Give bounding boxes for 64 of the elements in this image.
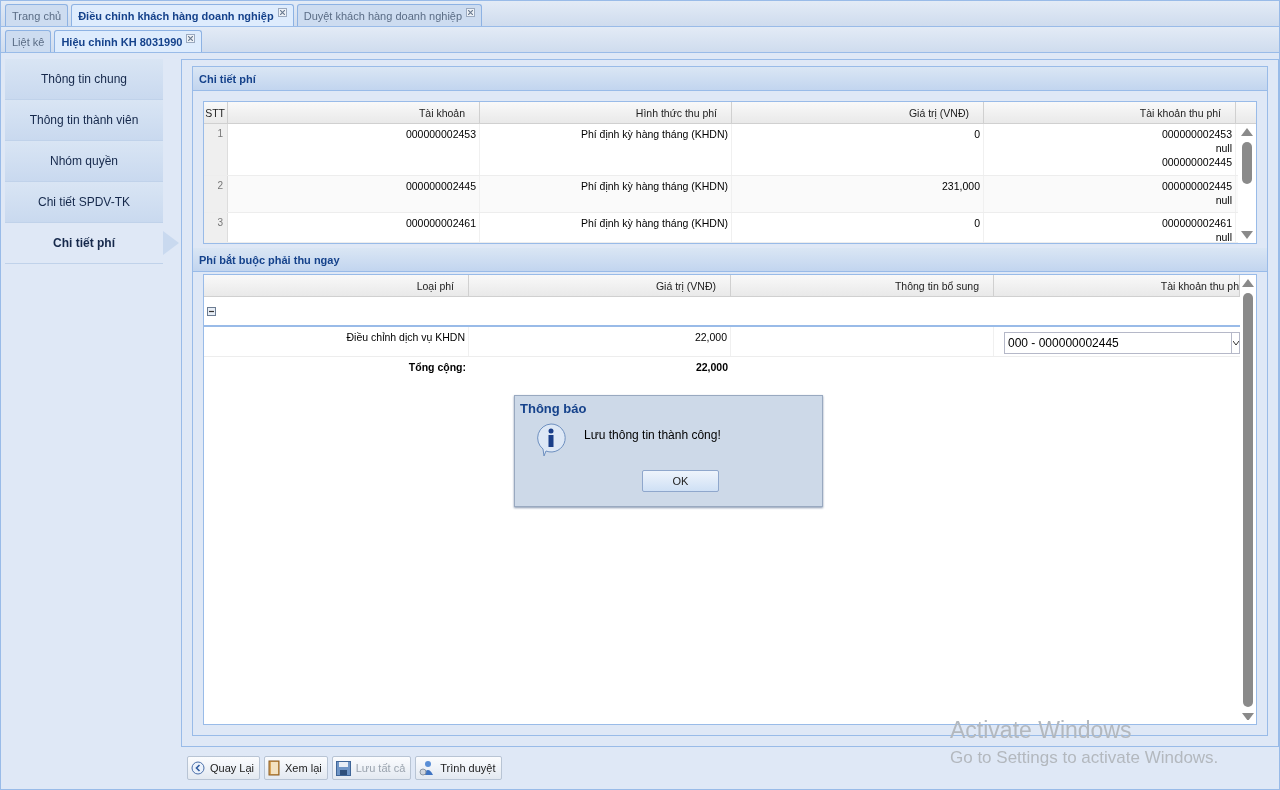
total-value: 22,000 <box>694 360 729 375</box>
table-cell: Phí định kỳ hàng tháng (KHDN) <box>480 124 732 175</box>
column-header[interactable]: STT <box>204 102 228 123</box>
column-header[interactable]: Tài khoản thu phí <box>984 102 1236 123</box>
table-cell: 000000002445 <box>1161 180 1232 193</box>
scroll-thumb[interactable] <box>1243 292 1253 707</box>
table-cell: 22,000 <box>469 327 731 356</box>
dialog-message: Lưu thông tin thành công! <box>584 427 721 442</box>
total-label: Tổng cộng: <box>407 360 467 376</box>
column-header[interactable]: Giá trị (VNĐ) <box>732 102 984 123</box>
sidebar-item[interactable]: Thông tin chung <box>5 59 163 100</box>
tab[interactable]: Trang chủ <box>5 4 69 26</box>
sidebar-item[interactable]: Thông tin thành viên <box>5 100 163 141</box>
caret-icon[interactable] <box>1232 340 1239 346</box>
table-cell: null <box>1215 194 1232 207</box>
table-cell: 000000002445 <box>1161 156 1232 169</box>
table-cell: 000000002445 <box>228 176 480 212</box>
tab[interactable]: Điều chỉnh khách hàng doanh nghiệp <box>71 4 294 26</box>
column-header[interactable]: Thông tin bổ sung <box>731 275 994 296</box>
column-header[interactable]: Loại phí <box>204 275 469 296</box>
person-icon <box>419 760 436 776</box>
account-dropdown[interactable]: 000 - 000000002445 <box>1004 332 1240 354</box>
panel-title: Phí bắt buộc phải thu ngay <box>193 248 1267 272</box>
toolbar-button[interactable]: Quay Lại <box>187 756 261 780</box>
scroll-down-icon[interactable] <box>1241 231 1253 239</box>
table-cell: Điều chỉnh dịch vụ KHDN <box>204 327 469 356</box>
table-cell: 231,000 <box>732 176 984 212</box>
table-cell: Phí định kỳ hàng tháng (KHDN) <box>480 176 732 212</box>
tab[interactable]: Liệt kê <box>5 30 52 52</box>
toolbar-button[interactable]: Xem lại <box>264 756 328 780</box>
table-cell: 0 <box>732 124 984 175</box>
scroll-up-icon[interactable] <box>1242 279 1254 287</box>
dialog-title: Thông báo <box>520 401 588 416</box>
activation-message: Go to Settings to activate Windows. <box>950 748 1219 768</box>
tab[interactable]: Hiệu chỉnh KH 8031990 <box>54 30 203 52</box>
scroll-down-icon[interactable] <box>1242 712 1254 720</box>
ok-button[interactable]: OK <box>642 470 719 492</box>
table-cell: null <box>1215 231 1232 242</box>
table-cell: Phí định kỳ hàng tháng (KHDN) <box>480 213 732 242</box>
table-cell: 0 <box>732 213 984 242</box>
close-icon[interactable] <box>466 8 476 17</box>
column-header[interactable]: Giá trị (VNĐ) <box>469 275 731 296</box>
sidebar-item[interactable]: Nhóm quyền <box>5 141 163 182</box>
book-icon <box>268 760 281 776</box>
column-header[interactable]: Hình thức thu phí <box>480 102 732 123</box>
sidebar-item[interactable]: Chi tiết SPDV-TK <box>5 182 163 223</box>
scroll-thumb[interactable] <box>1242 142 1252 184</box>
scroll-up-icon[interactable] <box>1241 128 1253 136</box>
column-header[interactable]: Tài khoản <box>228 102 480 123</box>
panel-title: Chi tiết phí <box>193 67 1267 91</box>
table-cell: 000000002461 <box>228 213 480 242</box>
collapse-icon[interactable] <box>207 306 216 316</box>
close-icon[interactable] <box>186 34 196 43</box>
table-cell: 000000002453 <box>228 124 480 175</box>
table-cell: null <box>1215 142 1232 155</box>
row-number: 1 <box>204 124 228 175</box>
row-number: 3 <box>204 213 228 242</box>
info-icon <box>534 422 568 456</box>
row-number: 2 <box>204 176 228 212</box>
close-icon[interactable] <box>277 8 287 17</box>
table-cell: 000000002453 <box>1161 128 1232 141</box>
tab[interactable]: Duyệt khách hàng doanh nghiệp <box>296 4 483 26</box>
table-cell: 000000002461 <box>1161 217 1232 230</box>
toolbar-button[interactable]: Trình duyệt <box>415 756 502 780</box>
